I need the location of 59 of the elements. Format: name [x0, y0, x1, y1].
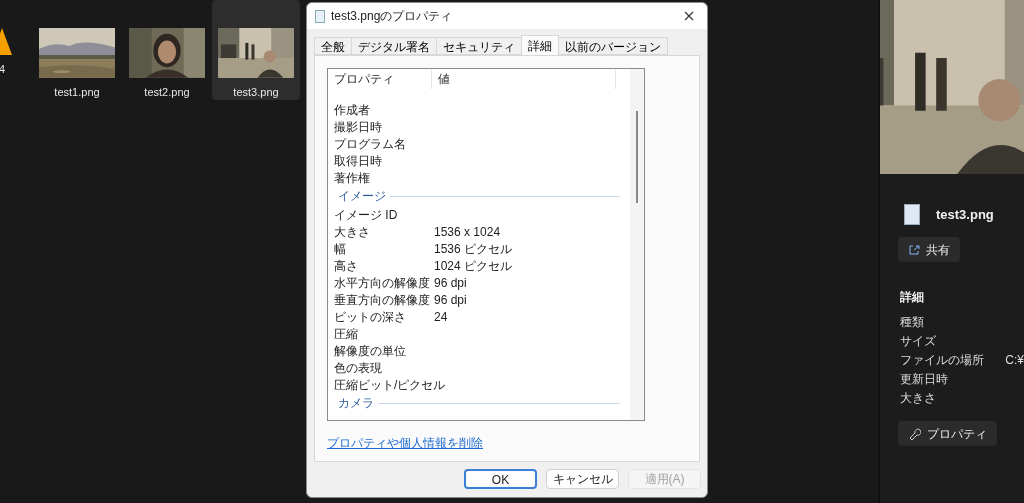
- property-value: 1536 ピクセル: [433, 240, 513, 258]
- detail-label: 更新日時: [900, 370, 949, 388]
- group-heading: イメージ: [338, 188, 386, 205]
- detail-label: ファイルの場所: [900, 351, 985, 369]
- tab[interactable]: 以前のバージョン: [558, 37, 668, 55]
- property-name: 色の表現: [333, 359, 383, 377]
- group-heading: カメラ: [338, 395, 374, 412]
- column-header[interactable]: プロパティ: [328, 69, 432, 89]
- tab[interactable]: デジタル署名: [351, 37, 437, 55]
- window-title: test3.pngのプロパティ: [331, 8, 454, 25]
- property-name: ビットの深さ: [333, 308, 407, 326]
- detail-label: 大きさ: [900, 389, 937, 407]
- property-name: 垂直方向の解像度: [333, 291, 431, 309]
- share-button[interactable]: 共有: [898, 237, 960, 262]
- file-tile[interactable]: test1.png: [38, 0, 116, 100]
- property-name: 取得日時: [333, 152, 383, 170]
- file-name: test3.png: [233, 84, 279, 100]
- property-name: 大きさ: [333, 223, 371, 241]
- property-name: 解像度の単位: [333, 342, 407, 360]
- file-name: test2.png: [144, 84, 190, 100]
- file-name: test1.png: [54, 84, 100, 100]
- file-name: test3.png: [936, 205, 994, 224]
- tab[interactable]: セキュリティ: [436, 37, 522, 55]
- close-icon: [684, 11, 694, 21]
- scrollbar[interactable]: [630, 69, 644, 420]
- tab[interactable]: 詳細: [521, 35, 559, 55]
- detail-label: サイズ: [900, 332, 937, 350]
- property-name: 幅: [333, 240, 347, 258]
- property-name: プログラム名: [333, 135, 407, 153]
- file-tile[interactable]: 4: [0, 0, 12, 100]
- column-header[interactable]: 値: [432, 69, 616, 89]
- image-file-icon: [904, 204, 920, 225]
- share-icon: [908, 243, 920, 256]
- property-name: イメージ ID: [333, 206, 399, 224]
- file-name: 4: [0, 62, 6, 77]
- property-name: 高さ: [333, 257, 359, 275]
- section-heading: 詳細: [900, 289, 925, 306]
- detail-value: C:¥: [1005, 351, 1024, 369]
- property-value: 1024 ピクセル: [433, 257, 513, 275]
- dialog-button[interactable]: OK: [464, 469, 537, 489]
- property-name: 圧縮ビット/ピクセル: [333, 376, 447, 394]
- property-name: 作成者: [333, 101, 371, 119]
- property-name: 撮影日時: [333, 118, 383, 136]
- detail-label: 種類: [900, 313, 925, 331]
- property-name: 圧縮: [333, 325, 359, 343]
- properties-button[interactable]: プロパティ: [898, 421, 997, 446]
- property-value: 1536 x 1024: [433, 223, 501, 241]
- wrench-icon: [908, 427, 921, 440]
- remove-properties-link[interactable]: プロパティや個人情報を削除: [327, 434, 483, 452]
- dialog-button[interactable]: キャンセル: [546, 469, 619, 489]
- file-tile[interactable]: test2.png: [128, 0, 206, 100]
- property-value: 96 dpi: [433, 291, 467, 309]
- property-name: 著作権: [333, 169, 371, 187]
- property-value: 24: [433, 308, 448, 326]
- file-tile[interactable]: test3.png: [212, 0, 300, 100]
- property-value: 96 dpi: [433, 274, 467, 292]
- property-name: 水平方向の解像度: [333, 274, 431, 292]
- file-icon: [315, 9, 325, 23]
- tab[interactable]: 全般: [314, 37, 352, 55]
